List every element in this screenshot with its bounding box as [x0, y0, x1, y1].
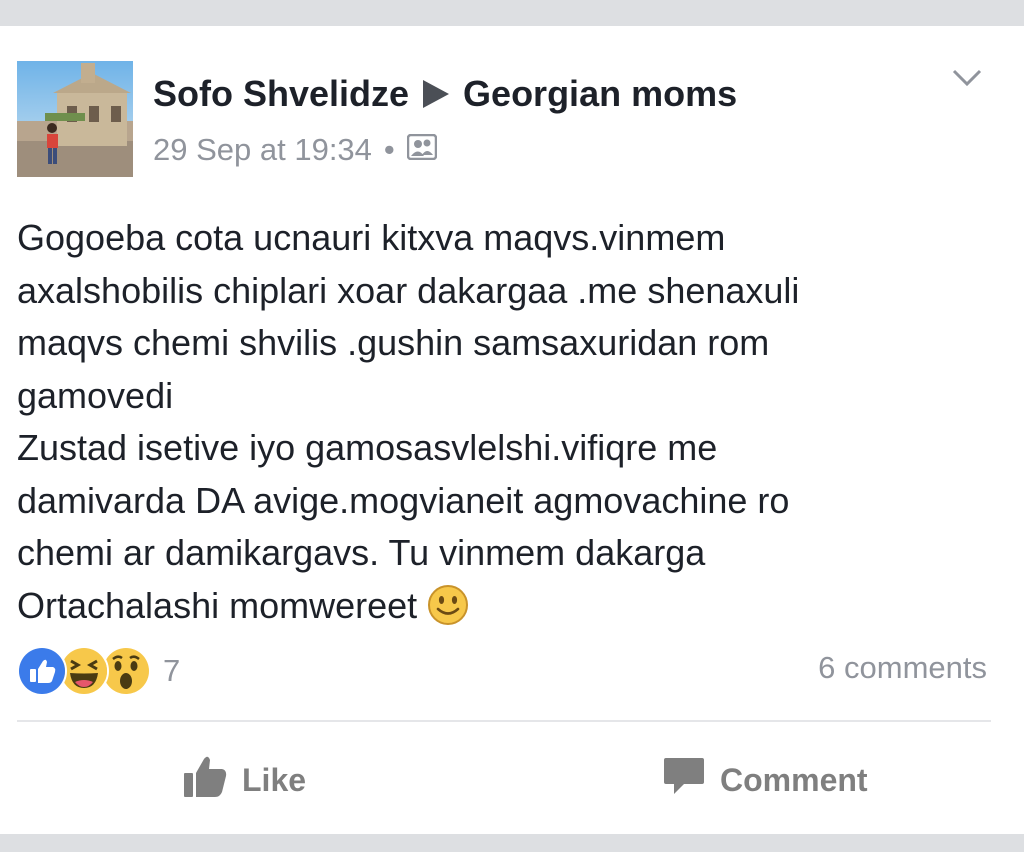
- post-header: Sofo Shvelidze Georgian moms: [153, 72, 737, 116]
- divider: [17, 720, 991, 722]
- thumbs-up-icon: [182, 753, 228, 807]
- chevron-down-icon[interactable]: [950, 66, 984, 90]
- reactions-summary[interactable]: 7: [17, 646, 180, 696]
- post-body-line: gamovedi: [17, 374, 174, 416]
- like-icon: [17, 646, 67, 696]
- comments-count-link[interactable]: 6 comments: [818, 650, 987, 686]
- post-timestamp[interactable]: 29 Sep at 19:34: [153, 132, 372, 168]
- like-button[interactable]: Like: [182, 752, 306, 808]
- arrow-right-icon: [423, 80, 450, 108]
- comment-button[interactable]: Comment: [662, 752, 868, 808]
- like-label: Like: [242, 761, 307, 798]
- post-body-line: chemi ar damikargavs. Tu vinmem dakarga: [17, 532, 706, 573]
- post-meta: 29 Sep at 19:34 •: [153, 130, 438, 170]
- post-body-line: Ortachalashi momwereet: [17, 584, 418, 626]
- comment-label: Comment: [720, 761, 868, 798]
- post-card: Sofo Shvelidze Georgian moms 29 Sep at 1…: [0, 26, 1024, 834]
- group-audience-icon: [406, 132, 438, 168]
- post-body: Gogoeba cota ucnauri kitxva maqvs.vinmem…: [17, 212, 1007, 640]
- post-body-last-line: Ortachalashi momwereet: [17, 580, 1007, 641]
- post-body-line: Zustad isetive iyo gamosasvlelshi.vifiqr…: [17, 427, 718, 468]
- author-avatar[interactable]: [17, 61, 133, 177]
- post-body-line: Gogoeba cota ucnauri kitxva maqvs.vinmem: [17, 217, 726, 258]
- post-body-line: maqvs chemi shvilis .gushin samsaxuridan…: [17, 322, 770, 363]
- comment-bubble-icon: [662, 754, 706, 806]
- smiley-emoji-icon: [427, 584, 469, 641]
- post-body-line: axalshobilis chiplari xoar dakargaa .me …: [17, 269, 800, 311]
- post-body-line: damivarda DA avige.mogvianeit agmovachin…: [17, 479, 790, 521]
- group-name[interactable]: Georgian moms: [463, 73, 737, 115]
- meta-separator: •: [383, 132, 395, 167]
- author-name[interactable]: Sofo Shvelidze: [153, 73, 409, 115]
- reaction-count: 7: [163, 653, 181, 688]
